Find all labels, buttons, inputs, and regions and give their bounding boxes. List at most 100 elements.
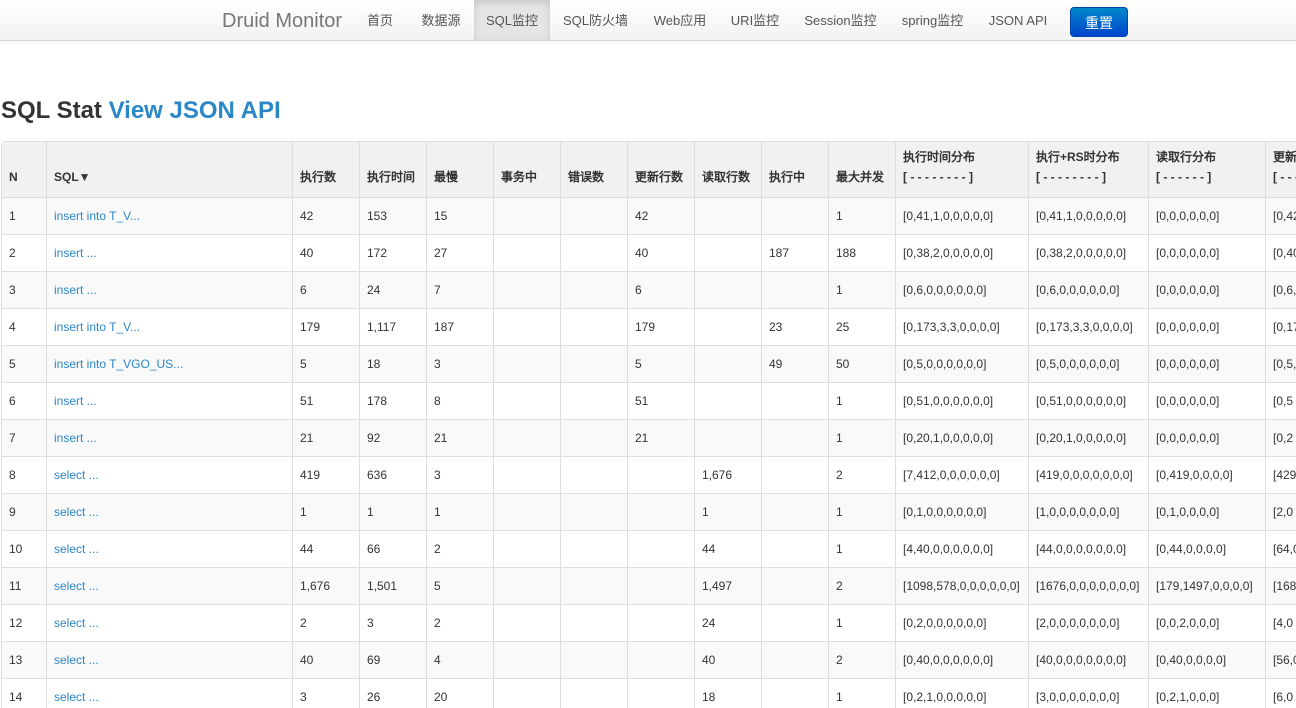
nav-session-monitor[interactable]: Session监控 (793, 0, 888, 40)
sql-link[interactable]: insert into T_V... (54, 320, 140, 334)
col-update-histogram-cell: [168 (1266, 568, 1296, 605)
nav-spring-monitor[interactable]: spring监控 (889, 0, 976, 40)
col-in-transaction-cell (494, 605, 561, 642)
sql-link[interactable]: insert ... (54, 394, 97, 408)
col-slowest-cell: 3 (427, 346, 494, 383)
col-exec-rs-histogram-cell: [44,0,0,0,0,0,0,0] (1029, 531, 1149, 568)
col-exec-count-cell: 51 (293, 383, 360, 420)
col-update-histogram-cell: [429 (1266, 457, 1296, 494)
sql-link[interactable]: insert ... (54, 246, 97, 260)
col-update-rows-cell: 6 (628, 272, 695, 309)
header-label: 事务中 (501, 170, 538, 184)
col-exec-time-cell: 24 (360, 272, 427, 309)
nav-uri-monitor[interactable]: URI监控 (719, 0, 791, 40)
header-col-exec-count[interactable]: 执行数 (293, 142, 360, 198)
nav-sql-firewall[interactable]: SQL防火墙 (550, 0, 641, 40)
header-col-update-rows[interactable]: 更新行数 (628, 142, 695, 198)
header-label: 执行+RS时分布 (1036, 150, 1120, 164)
col-update-rows-cell (628, 531, 695, 568)
nav-json-api[interactable]: JSON API (976, 0, 1060, 40)
sql-link[interactable]: insert into T_V... (54, 209, 140, 223)
col-n-cell: 10 (2, 531, 47, 568)
sql-link[interactable]: insert ... (54, 431, 97, 445)
col-update-rows-cell (628, 568, 695, 605)
col-exec-histogram-cell: [0,6,0,0,0,0,0,0] (896, 272, 1029, 309)
col-running-cell (762, 531, 829, 568)
col-exec-time-cell: 153 (360, 198, 427, 235)
header-col-in-transaction[interactable]: 事务中 (494, 142, 561, 198)
brand-title[interactable]: Druid Monitor (222, 0, 342, 40)
header-col-exec-histogram[interactable]: 执行时间分布 [ - - - - - - - - ] (896, 142, 1029, 198)
sql-link[interactable]: insert into T_VGO_US... (54, 357, 183, 371)
col-exec-histogram-cell: [0,2,0,0,0,0,0,0] (896, 605, 1029, 642)
col-fetch-row-histogram-cell: [0,0,0,0,0,0] (1149, 346, 1266, 383)
table-row: 3 insert ... 6 24 7 6 1 [0,6,0,0,0,0,0,0] [0,6,0… (2, 272, 1296, 309)
col-in-transaction-cell (494, 457, 561, 494)
col-update-histogram-cell: [0,6, (1266, 272, 1296, 309)
sql-link[interactable]: select ... (54, 542, 99, 556)
sql-link[interactable]: select ... (54, 653, 99, 667)
header-label: 最大并发 (836, 170, 885, 184)
col-running-cell (762, 494, 829, 531)
col-running-cell (762, 272, 829, 309)
col-exec-histogram-cell: [0,5,0,0,0,0,0,0] (896, 346, 1029, 383)
header-col-running[interactable]: 执行中 (762, 142, 829, 198)
col-running-cell (762, 457, 829, 494)
header-col-exec-time[interactable]: 执行时间 (360, 142, 427, 198)
col-exec-histogram-cell: [0,41,1,0,0,0,0,0] (896, 198, 1029, 235)
col-exec-histogram-cell: [0,38,2,0,0,0,0,0] (896, 235, 1029, 272)
col-max-concurrent-cell: 2 (829, 457, 896, 494)
header-col-n[interactable]: N (2, 142, 47, 198)
col-update-rows-cell: 42 (628, 198, 695, 235)
nav-sql-monitor[interactable]: SQL监控 (474, 0, 550, 40)
col-update-rows-cell: 5 (628, 346, 695, 383)
col-fetch-row-histogram-cell: [0,44,0,0,0,0] (1149, 531, 1266, 568)
nav-home[interactable]: 首页 (354, 0, 406, 40)
view-json-api-link[interactable]: View JSON API (109, 97, 281, 124)
header-col-fetch-row-histogram[interactable]: 读取行分布 [ - - - - - - ] (1149, 142, 1266, 198)
sql-link[interactable]: select ... (54, 579, 99, 593)
header-col-sql[interactable]: SQL▼ (47, 142, 293, 198)
col-slowest-cell: 1 (427, 494, 494, 531)
col-in-transaction-cell (494, 235, 561, 272)
header-col-max-concurrent[interactable]: 最大并发 (829, 142, 896, 198)
header-col-slowest[interactable]: 最慢 (427, 142, 494, 198)
col-error-count-cell (561, 235, 628, 272)
sql-link[interactable]: insert ... (54, 283, 97, 297)
col-exec-rs-histogram-cell: [0,20,1,0,0,0,0,0] (1029, 420, 1149, 457)
header-label: 执行时间分布 (903, 150, 976, 164)
header-col-error-count[interactable]: 错误数 (561, 142, 628, 198)
header-col-exec-rs-histogram[interactable]: 执行+RS时分布 [ - - - - - - - - ] (1029, 142, 1149, 198)
table-row: 14 select ... 3 26 20 18 1 [0,2,1,0,0,0,0,0] [3,… (2, 679, 1296, 708)
col-n-cell: 8 (2, 457, 47, 494)
col-running-cell (762, 605, 829, 642)
header-label: SQL▼ (54, 170, 91, 184)
col-running-cell (762, 198, 829, 235)
sql-link[interactable]: select ... (54, 616, 99, 630)
reset-button[interactable]: 重置 (1070, 7, 1128, 37)
header-col-fetch-rows[interactable]: 读取行数 (695, 142, 762, 198)
col-max-concurrent-cell: 2 (829, 642, 896, 679)
col-n-cell: 4 (2, 309, 47, 346)
sql-link[interactable]: select ... (54, 468, 99, 482)
col-error-count-cell (561, 383, 628, 420)
header-range: [ - - - - - - - - ] (1036, 170, 1106, 184)
col-exec-count-cell: 1 (293, 494, 360, 531)
sql-link[interactable]: select ... (54, 505, 99, 519)
nav-web-app[interactable]: Web应用 (641, 0, 719, 40)
col-sql-cell: select ... (47, 494, 293, 531)
col-exec-time-cell: 18 (360, 346, 427, 383)
col-error-count-cell (561, 309, 628, 346)
col-exec-histogram-cell: [0,1,0,0,0,0,0,0] (896, 494, 1029, 531)
header-col-update-histogram[interactable]: 更新 [ - - - (1266, 142, 1296, 198)
header-label: 读取行数 (702, 170, 751, 184)
sql-link[interactable]: select ... (54, 690, 99, 704)
col-n-cell: 1 (2, 198, 47, 235)
col-exec-rs-histogram-cell: [0,38,2,0,0,0,0,0] (1029, 235, 1149, 272)
col-slowest-cell: 21 (427, 420, 494, 457)
col-error-count-cell (561, 494, 628, 531)
nav-datasource[interactable]: 数据源 (410, 0, 472, 40)
col-max-concurrent-cell: 188 (829, 235, 896, 272)
col-sql-cell: insert into T_VGO_US... (47, 346, 293, 383)
header-label: 读取行分布 (1156, 150, 1217, 164)
